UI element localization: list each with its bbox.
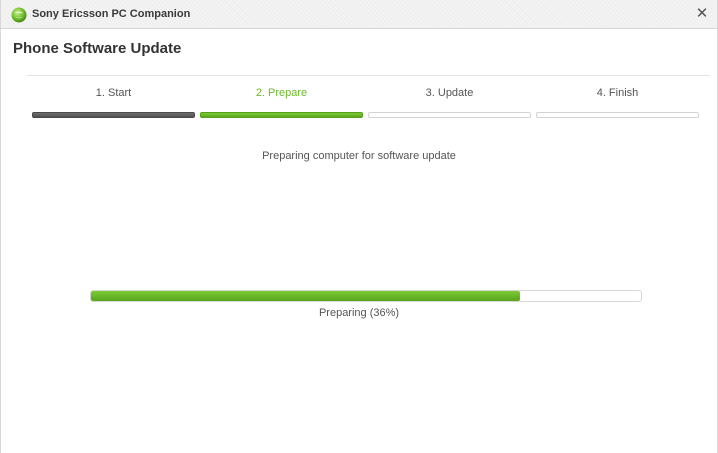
status-message: Preparing computer for software update — [262, 150, 456, 162]
step-prepare: 2. Prepare — [200, 86, 363, 118]
step-label: 4. Finish — [596, 87, 639, 99]
window-title: Sony Ericsson PC Companion — [32, 8, 191, 20]
app-window: Sony Ericsson PC Companion ✕ Phone Softw… — [0, 0, 718, 453]
step-finish: 4. Finish — [536, 86, 699, 118]
sony-ericsson-logo-icon — [11, 7, 27, 23]
step-label: 3. Update — [425, 87, 474, 99]
step-indicator — [368, 112, 531, 118]
progress-label: Preparing (36%) — [318, 307, 400, 319]
progress-bar — [90, 290, 642, 302]
title-bar: Sony Ericsson PC Companion ✕ — [1, 0, 717, 29]
close-button[interactable]: ✕ — [695, 6, 709, 22]
step-start: 1. Start — [32, 86, 195, 118]
steps-divider — [27, 75, 710, 76]
step-indicator — [200, 112, 363, 118]
close-icon[interactable]: ✕ — [696, 5, 709, 22]
step-label: 1. Start — [95, 87, 132, 99]
step-indicator — [536, 112, 699, 118]
step-update: 3. Update — [368, 86, 531, 118]
step-indicator — [32, 112, 195, 118]
step-label: 2. Prepare — [255, 87, 308, 99]
progress-bar-fill — [91, 291, 520, 301]
page-title: Phone Software Update — [13, 40, 182, 57]
